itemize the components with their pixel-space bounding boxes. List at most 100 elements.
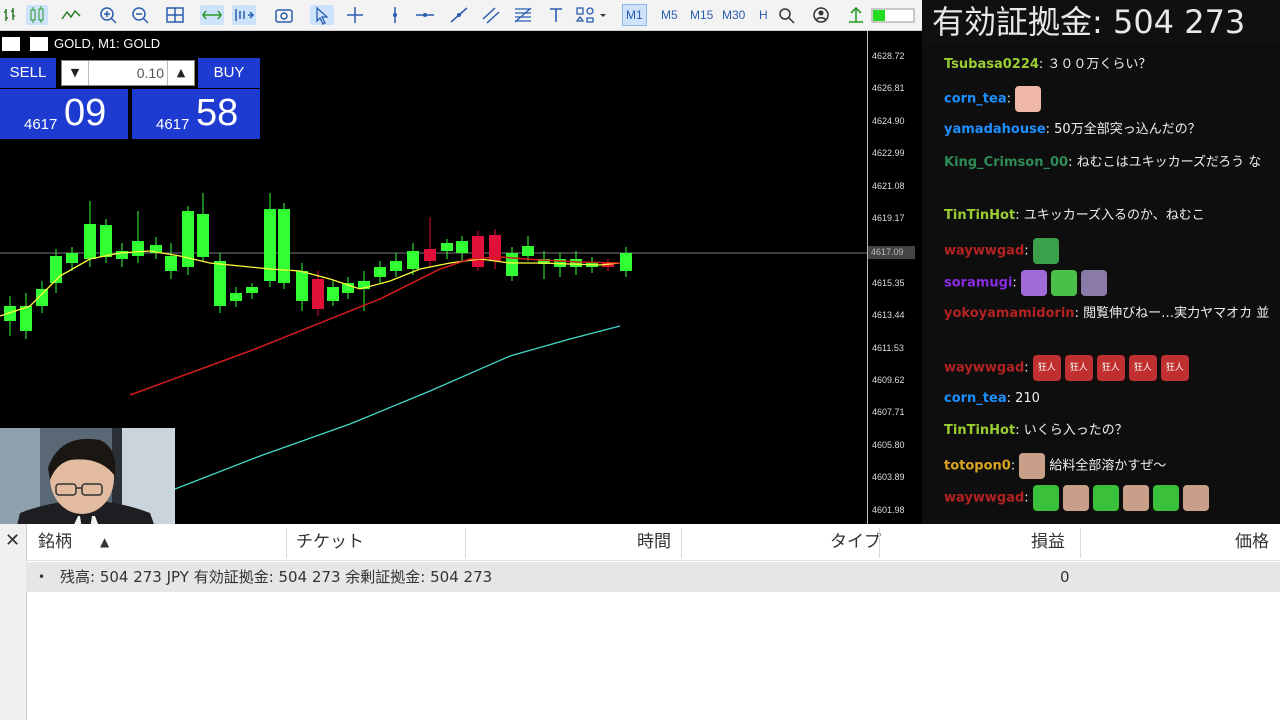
chart-bars-icon[interactable]	[2, 5, 20, 25]
horizontal-line-icon[interactable]	[414, 5, 436, 25]
price-axis-label: 4613.44	[872, 310, 905, 321]
column-price[interactable]: 価格	[1235, 524, 1269, 560]
column-profit[interactable]: 損益	[1031, 524, 1065, 560]
column-divider[interactable]	[1080, 528, 1081, 558]
tab-m1[interactable]: M1	[622, 4, 647, 26]
candle-body	[374, 267, 386, 277]
sell-price-pips: 09	[64, 92, 107, 134]
column-divider[interactable]	[879, 528, 880, 558]
candle-body	[100, 225, 112, 257]
chat-username[interactable]: yokoyamamidorin	[944, 306, 1075, 321]
candle-body	[441, 243, 453, 251]
chat-separator: :	[1006, 91, 1016, 107]
chat-username[interactable]: soramugi	[944, 276, 1012, 291]
chat-username[interactable]: King_Crimson_00	[944, 155, 1068, 170]
price-axis-label: 4619.17	[872, 213, 905, 223]
chat-username[interactable]: corn_tea	[944, 391, 1007, 406]
auto-scroll-icon[interactable]	[200, 5, 224, 25]
column-divider[interactable]	[465, 528, 466, 558]
zoom-out-icon[interactable]	[130, 5, 152, 25]
tile-windows-icon[interactable]	[164, 5, 186, 25]
chat-message: yamadahouse: 50万全部突っ込んだの？	[944, 119, 1274, 141]
chat-text: ３００万くらい？	[1047, 57, 1152, 72]
line-chart-icon[interactable]	[60, 5, 82, 25]
signal-icon[interactable]	[845, 5, 867, 25]
column-time[interactable]: 時間	[637, 524, 671, 560]
tab-m15[interactable]: M15	[690, 5, 713, 25]
sort-ascending-icon[interactable]: ▲	[100, 524, 109, 560]
candle-body	[327, 287, 339, 301]
chart-shift-icon[interactable]	[232, 5, 256, 25]
channel-icon[interactable]	[480, 5, 502, 25]
chat-username[interactable]: totopon0	[944, 459, 1011, 474]
chat-emote-icon	[1032, 485, 1059, 511]
price-axis-label: 4611.53	[872, 342, 904, 353]
chat-username[interactable]: yamadahouse	[944, 122, 1046, 137]
trendline-icon[interactable]	[448, 5, 470, 25]
chart-title-text: GOLD, M1: GOLD	[54, 36, 161, 51]
candle-body	[20, 306, 32, 331]
lot-size-input[interactable]: ▼ 0.10 ▲	[61, 60, 195, 86]
balance-summary-row[interactable]: • 残高: 504 273 JPY 有効証拠金: 504 273 余剰証拠金: …	[26, 562, 1280, 592]
chat-username[interactable]: waywwgad	[944, 361, 1024, 376]
summary-bullet-icon: •	[38, 570, 46, 584]
account-icon[interactable]	[810, 5, 832, 25]
chat-username[interactable]: corn_tea	[944, 92, 1007, 107]
chat-emote-icon: 狂人	[1032, 355, 1061, 381]
chat-username[interactable]: TinTinHot	[944, 208, 1015, 223]
shapes-menu-icon[interactable]	[574, 5, 608, 25]
column-ticket[interactable]: チケット	[296, 524, 364, 560]
chat-text: 給料全部溶かすぜ〜	[1049, 458, 1167, 474]
chat-username[interactable]: waywwgad	[944, 244, 1024, 259]
chat-username[interactable]: TinTinHot	[944, 423, 1015, 438]
candlestick-icon[interactable]	[26, 5, 48, 25]
chat-message: totopon0: 給料全部溶かすぜ〜	[944, 453, 1274, 479]
sell-price-box[interactable]: 4617 09	[0, 89, 128, 139]
column-type[interactable]: タイプ	[830, 524, 881, 560]
toolbox-panel: ✕ 銘柄 ▲ チケット 時間 タイプ 損益 価格 • 残高: 504 273 J…	[0, 524, 1280, 720]
price-axis-label: 4603.89	[872, 472, 905, 483]
candle-body	[84, 224, 96, 259]
price-axis-label: 4607.71	[872, 407, 905, 418]
price-chart[interactable]: GOLD, M1: GOLD SELL ▼ 0.10 ▲ BUY 4617 09…	[0, 31, 922, 524]
cursor-icon[interactable]	[310, 5, 334, 25]
toolbox-side-bar: ✕	[0, 524, 27, 720]
sell-button[interactable]: SELL	[0, 58, 56, 88]
chat-emote-icon	[1019, 453, 1046, 479]
webcam-overlay	[0, 428, 175, 524]
close-icon[interactable]: ✕	[5, 530, 20, 551]
candle-body	[424, 249, 436, 261]
chat-username[interactable]: Tsubasa0224	[944, 57, 1039, 72]
buy-price-box[interactable]: 4617 58	[132, 89, 260, 139]
chat-text: 閲覧伸びねー…実力ヤマオカ 並	[1083, 306, 1270, 321]
lot-increase-icon[interactable]: ▲	[167, 61, 194, 85]
chat-separator: :	[1024, 243, 1033, 259]
column-symbol[interactable]: 銘柄	[38, 524, 72, 560]
chat-text: 50万全部突っ込んだの？	[1054, 122, 1201, 137]
lot-value[interactable]: 0.10	[88, 61, 168, 85]
column-divider[interactable]	[286, 528, 287, 558]
tab-h[interactable]: H	[759, 5, 768, 25]
screenshot-icon[interactable]	[272, 5, 296, 25]
zoom-in-icon[interactable]	[98, 5, 120, 25]
candle-body	[570, 259, 582, 267]
chat-message: yokoyamamidorin: 閲覧伸びねー…実力ヤマオカ 並	[944, 303, 1274, 325]
candle-body	[296, 271, 308, 301]
column-divider[interactable]	[681, 528, 682, 558]
chat-emote-icon	[1050, 270, 1077, 296]
lot-decrease-icon[interactable]: ▼	[62, 61, 89, 85]
chart-menu-icon[interactable]	[2, 36, 20, 51]
chat-username[interactable]: waywwgad	[944, 491, 1024, 506]
candle-body	[522, 246, 534, 256]
tab-m30[interactable]: M30	[722, 5, 745, 25]
chat-emote-icon	[1182, 485, 1209, 511]
crosshair-icon[interactable]	[344, 5, 366, 25]
text-tool-icon[interactable]	[546, 5, 566, 25]
search-icon[interactable]	[776, 5, 798, 25]
price-axis-label: 4605.80	[872, 439, 905, 450]
fibonacci-icon[interactable]	[512, 5, 534, 25]
tab-m5[interactable]: M5	[661, 5, 678, 25]
candle-body	[66, 253, 78, 263]
vertical-line-icon[interactable]	[384, 5, 406, 25]
buy-button[interactable]: BUY	[198, 58, 260, 88]
